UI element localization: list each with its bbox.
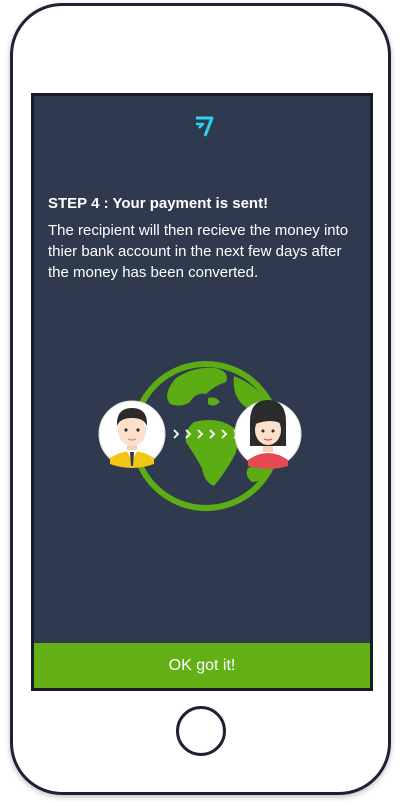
transfer-globe-illustration [98,361,302,511]
step-title: STEP 4 : Your payment is sent! [48,195,269,212]
recipient-avatar-icon [234,400,302,469]
app-screen: STEP 4 : Your payment is sent! The recip… [31,93,373,691]
ok-got-it-button[interactable]: OK got it! [34,643,370,688]
phone-home-button [176,706,226,756]
sender-avatar-icon [98,400,166,468]
step-description: The recipient will then recieve the mone… [48,222,349,281]
brand-logo-icon [196,116,214,137]
